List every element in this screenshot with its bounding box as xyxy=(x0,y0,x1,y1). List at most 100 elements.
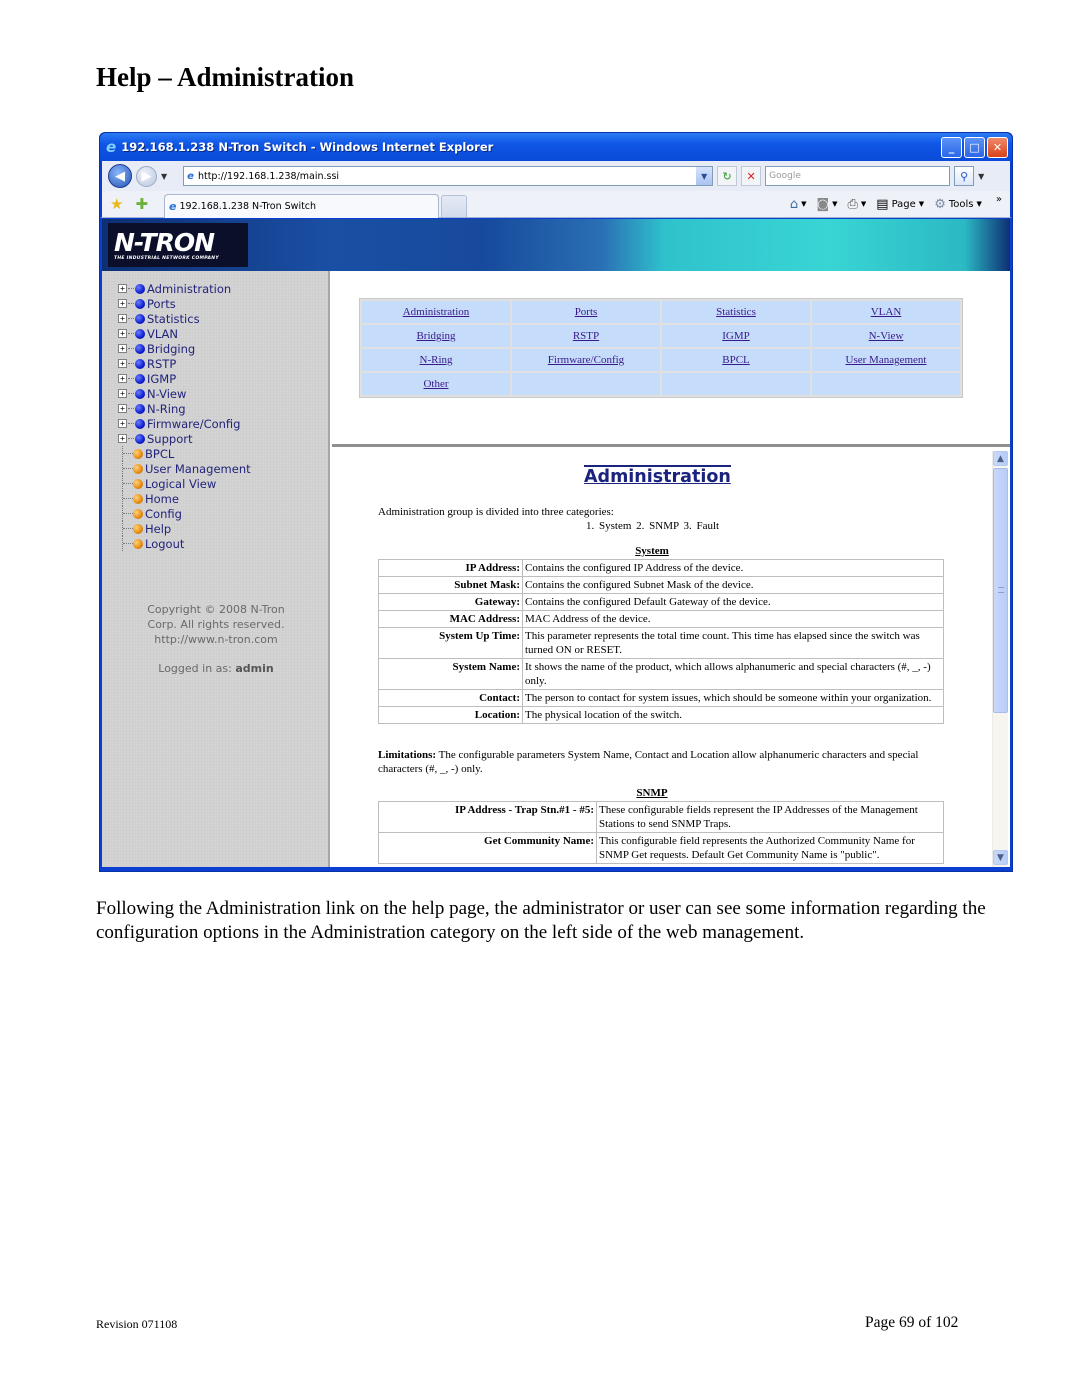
help-link[interactable]: N-Ring xyxy=(420,354,453,366)
home-icon: ⌂ xyxy=(789,196,799,212)
sidebar-item[interactable]: User Management xyxy=(118,461,251,476)
sidebar-item[interactable]: + N-Ring xyxy=(118,401,251,416)
sidebar-item[interactable]: + Bridging xyxy=(118,341,251,356)
minimize-button[interactable]: _ xyxy=(941,136,962,158)
sidebar-item[interactable]: + Administration xyxy=(118,281,251,296)
help-link[interactable]: Administration xyxy=(403,306,470,318)
chevron-down-icon: ▼ xyxy=(976,200,982,208)
browser-tab[interactable]: e 192.168.1.238 N-Tron Switch xyxy=(164,193,440,218)
sidebar-item-label[interactable]: BPCL xyxy=(145,447,174,461)
back-button[interactable]: ◀ xyxy=(108,164,132,188)
sidebar-item-label[interactable]: Bridging xyxy=(147,342,195,356)
help-link-cell: Ports xyxy=(512,301,660,323)
help-link[interactable]: Ports xyxy=(575,306,598,318)
expand-icon[interactable]: + xyxy=(118,359,127,368)
caption-paragraph: Following the Administration link on the… xyxy=(96,898,986,943)
search-input[interactable]: Google xyxy=(765,166,951,186)
help-link[interactable]: RSTP xyxy=(573,330,599,342)
field-description: Contains the configured IP Address of th… xyxy=(522,559,944,577)
maximize-button[interactable]: □ xyxy=(964,136,985,158)
expand-icon[interactable]: + xyxy=(118,374,127,383)
search-options-dropdown-icon[interactable]: ▼ xyxy=(978,172,984,181)
scroll-up-button[interactable]: ▲ xyxy=(993,451,1008,466)
help-link[interactable]: VLAN xyxy=(871,306,902,318)
expand-icon[interactable]: + xyxy=(118,419,127,428)
stop-button[interactable]: ✕ xyxy=(741,166,762,186)
help-link[interactable]: N-View xyxy=(869,330,904,342)
sidebar-item[interactable]: + RSTP xyxy=(118,356,251,371)
sidebar-item-label[interactable]: Home xyxy=(145,492,179,506)
sidebar-item[interactable]: + Statistics xyxy=(118,311,251,326)
sidebar-item-label[interactable]: N-Ring xyxy=(147,402,186,416)
more-commands-icon[interactable]: » xyxy=(996,194,1002,205)
sidebar-item[interactable]: + VLAN xyxy=(118,326,251,341)
sidebar-item[interactable]: + Ports xyxy=(118,296,251,311)
address-bar[interactable]: e http://192.168.1.238/main.ssi ▼ xyxy=(183,166,714,186)
page-ball-icon xyxy=(133,493,143,504)
sidebar-item-label[interactable]: IGMP xyxy=(147,372,176,386)
expand-icon[interactable]: + xyxy=(118,329,127,338)
sidebar-item[interactable]: Help xyxy=(118,521,251,536)
sidebar-item-label[interactable]: Logical View xyxy=(145,477,216,491)
page-menu-button[interactable]: ▤ Page ▼ xyxy=(876,197,924,212)
sidebar-item-label[interactable]: RSTP xyxy=(147,357,176,371)
sidebar-item-label[interactable]: User Management xyxy=(145,462,251,476)
help-link[interactable]: Statistics xyxy=(716,306,756,318)
expand-icon[interactable]: + xyxy=(118,344,127,353)
vertical-scrollbar[interactable]: ▲ ▼ xyxy=(992,451,1008,867)
sidebar-item[interactable]: Config xyxy=(118,506,251,521)
tools-menu-button[interactable]: ⚙ Tools ▼ xyxy=(934,197,982,212)
document-title: Help – Administration xyxy=(96,62,355,92)
feeds-button[interactable]: ◙ ▼ xyxy=(816,197,837,212)
website-link[interactable]: http://www.n-tron.com xyxy=(102,632,330,647)
help-link[interactable]: Bridging xyxy=(416,330,455,342)
sidebar-item-label[interactable]: Ports xyxy=(147,297,176,311)
sidebar-item[interactable]: + Firmware/Config xyxy=(118,416,251,431)
print-button[interactable]: ⎙ ▼ xyxy=(847,197,866,212)
sidebar-item[interactable]: + IGMP xyxy=(118,371,251,386)
add-favorite-icon[interactable]: ✚ xyxy=(135,195,148,213)
sidebar-item-label[interactable]: N-View xyxy=(147,387,186,401)
sidebar-item-label[interactable]: Config xyxy=(145,507,182,521)
sidebar-item-label[interactable]: Help xyxy=(145,522,171,536)
sidebar-item[interactable]: + N-View xyxy=(118,386,251,401)
sidebar-item[interactable]: Home xyxy=(118,491,251,506)
new-tab-button[interactable] xyxy=(441,194,468,217)
help-link[interactable]: IGMP xyxy=(722,330,750,342)
copyright-line: Corp. All rights reserved. xyxy=(147,618,285,631)
expand-icon[interactable]: + xyxy=(118,314,127,323)
sidebar-item-label[interactable]: Firmware/Config xyxy=(147,417,240,431)
help-link-cell xyxy=(812,373,960,395)
sidebar-item-label[interactable]: Support xyxy=(147,432,192,446)
sidebar-item[interactable]: Logout xyxy=(118,536,251,551)
expand-icon[interactable]: + xyxy=(118,434,127,443)
history-dropdown-icon[interactable]: ▼ xyxy=(161,172,167,181)
refresh-button[interactable]: ↻ xyxy=(717,166,738,186)
scroll-thumb[interactable] xyxy=(993,468,1008,713)
help-link[interactable]: BPCL xyxy=(722,354,750,366)
expand-icon[interactable]: + xyxy=(118,284,127,293)
sidebar-item-label[interactable]: VLAN xyxy=(147,327,178,341)
help-link[interactable]: User Management xyxy=(846,354,927,366)
scroll-down-button[interactable]: ▼ xyxy=(993,850,1008,865)
help-link[interactable]: Firmware/Config xyxy=(548,354,624,366)
expand-icon[interactable]: + xyxy=(118,389,127,398)
forward-button[interactable]: ▶ xyxy=(136,165,157,187)
sidebar-item-label[interactable]: Statistics xyxy=(147,312,200,326)
sidebar-item-label[interactable]: Administration xyxy=(147,282,231,296)
expand-icon[interactable]: + xyxy=(118,404,127,413)
help-link[interactable]: Other xyxy=(423,378,448,390)
sidebar-item[interactable]: + Support xyxy=(118,431,251,446)
help-links-row: Bridging RSTP IGMP N-View xyxy=(362,325,960,347)
tree-connector xyxy=(128,318,134,319)
sidebar-item-label[interactable]: Logout xyxy=(145,537,184,551)
search-button[interactable]: ⚲ xyxy=(954,166,975,186)
address-input[interactable]: http://192.168.1.238/main.ssi xyxy=(198,171,339,182)
home-button[interactable]: ⌂ ▼ xyxy=(790,197,807,212)
sidebar-item[interactable]: Logical View xyxy=(118,476,251,491)
expand-icon[interactable]: + xyxy=(118,299,127,308)
favorites-star-icon[interactable]: ★ xyxy=(110,195,123,213)
address-dropdown-icon[interactable]: ▼ xyxy=(696,167,713,185)
sidebar-item[interactable]: BPCL xyxy=(118,446,251,461)
close-button[interactable]: ✕ xyxy=(987,136,1008,158)
